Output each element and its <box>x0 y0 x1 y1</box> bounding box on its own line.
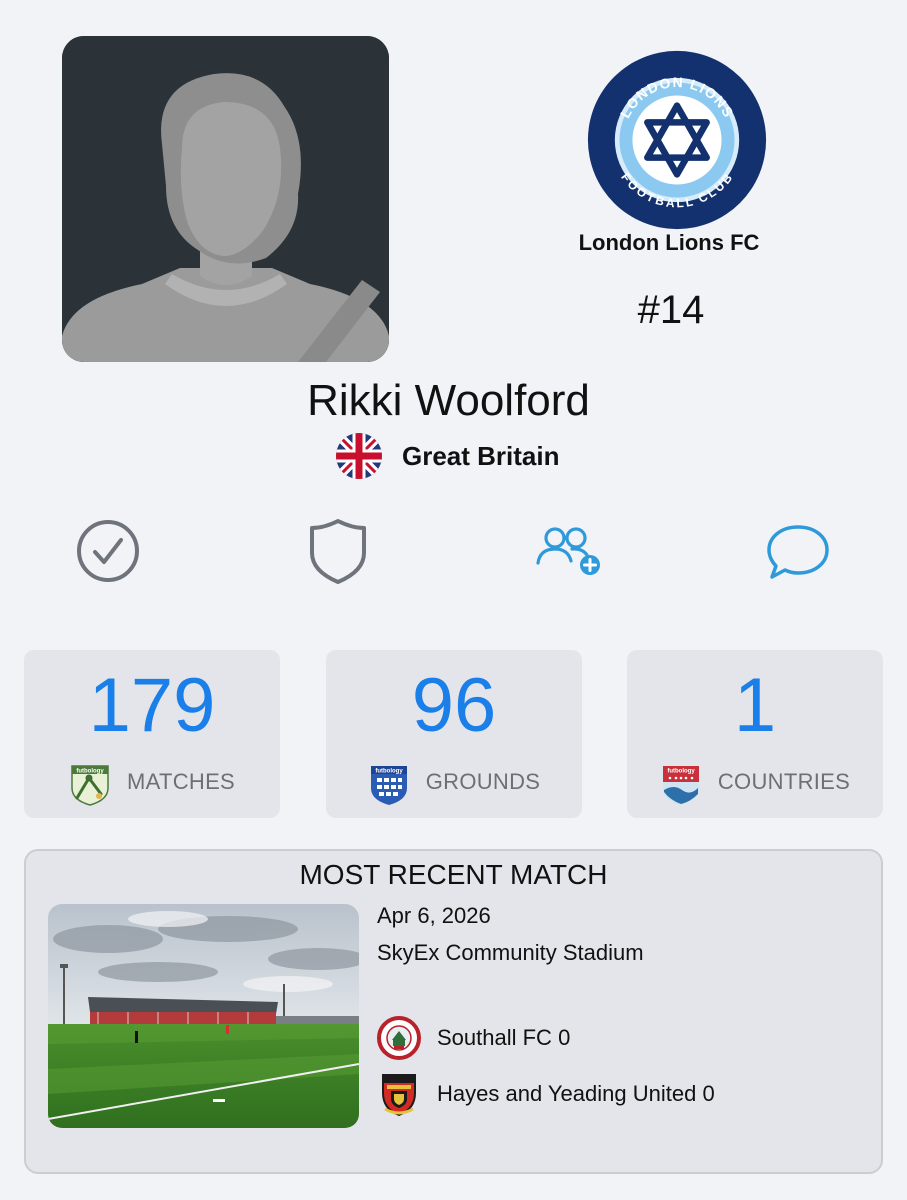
hayes-and-yeading-crest-icon <box>377 1071 421 1117</box>
svg-text:futbology: futbology <box>667 769 695 775</box>
club-name[interactable]: London Lions FC <box>520 230 818 256</box>
player-silhouette-icon <box>62 36 389 362</box>
player-photo <box>62 36 389 362</box>
away-team-row[interactable]: Hayes and Yeading United 0 <box>377 1071 715 1117</box>
svg-text:futbology: futbology <box>375 769 403 775</box>
matches-stat-card[interactable]: 179 futbology MATCHES <box>24 650 280 818</box>
add-friends-icon[interactable] <box>532 515 604 587</box>
match-photo <box>48 904 359 1128</box>
match-venue[interactable]: SkyEx Community Stadium <box>377 940 644 966</box>
player-name: Rikki Woolford <box>307 376 590 425</box>
grounds-count: 96 <box>411 663 497 748</box>
home-team-score: 0 <box>558 1025 571 1050</box>
matches-label: MATCHES <box>126 769 236 794</box>
countries-label: COUNTRIES <box>717 769 851 794</box>
matches-count: 179 <box>88 663 216 748</box>
uk-flag-icon <box>336 433 382 479</box>
home-team-name: Southall FC <box>437 1025 552 1050</box>
futbology-matches-logo-icon: futbology <box>69 758 111 806</box>
check-circle-icon[interactable] <box>72 515 144 587</box>
recent-match-title: MOST RECENT MATCH <box>299 859 608 890</box>
svg-text:futbology: futbology <box>76 769 104 775</box>
club-badge[interactable]: LONDON LIONS FOOTBALL CLUB <box>580 50 774 230</box>
away-team-name: Hayes and Yeading United <box>437 1081 697 1106</box>
countries-count: 1 <box>733 663 777 748</box>
chat-bubble-icon[interactable] <box>762 515 834 587</box>
southall-fc-crest-icon <box>377 1015 421 1061</box>
countries-stat-card[interactable]: 1 futbology COUNTRIES <box>627 650 883 818</box>
grounds-label: GROUNDS <box>425 769 541 794</box>
nationality-label: Great Britain <box>402 440 560 471</box>
most-recent-match-card[interactable]: MOST RECENT MATCH Apr 6, 2026 SkyEx Comm… <box>24 849 883 1174</box>
futbology-countries-logo-icon: futbology <box>660 758 702 806</box>
shield-icon[interactable] <box>302 515 374 587</box>
grounds-stat-card[interactable]: 96 futbology GROUNDS <box>326 650 582 818</box>
nationality: Great Britain <box>336 433 560 479</box>
match-date: Apr 6, 2026 <box>377 903 491 928</box>
futbology-grounds-logo-icon: futbology <box>368 758 410 806</box>
shirt-number: #14 <box>637 288 705 332</box>
away-team-score: 0 <box>702 1081 715 1106</box>
home-team-row[interactable]: Southall FC 0 <box>377 1015 570 1061</box>
